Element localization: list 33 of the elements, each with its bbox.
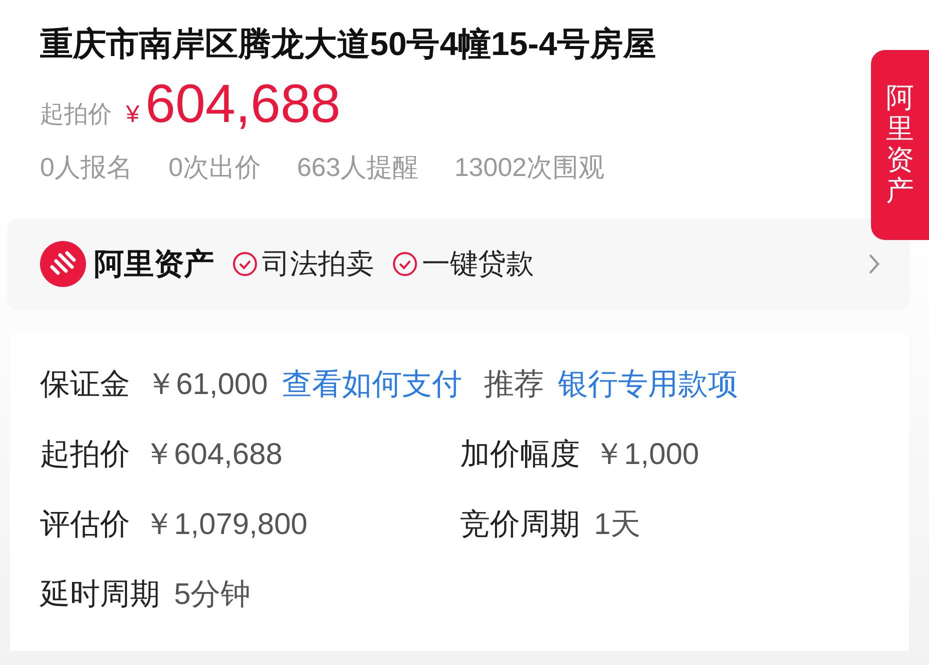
detail-label: 延时周期 [40,576,160,612]
side-tab[interactable]: 阿里资产 [871,50,929,240]
stat-text: 663人提醒 [296,151,418,184]
chevron-right-icon [867,252,881,276]
currency-symbol: ¥ [126,100,140,130]
recommend-label: 推荐 [484,366,544,402]
detail-value: ￥604,688 [144,436,282,472]
badge-text: 司法拍卖 [262,247,374,281]
badge-text: 一键贷款 [422,247,534,281]
deposit-label: 保证金 [40,366,130,402]
detail-value: ￥1,079,800 [144,506,308,542]
brand-logo-icon [40,241,86,287]
detail-value: 1天 [594,506,641,542]
price-label: 起拍价 [40,100,112,130]
detail-value: 5分钟 [174,576,251,612]
brand-card[interactable]: 阿里资产 司法拍卖 一键贷款 [8,219,909,309]
stat-text: 0人报名 [40,151,132,184]
check-circle-icon [232,251,258,277]
starting-price: 604,688 [145,74,341,134]
check-circle-icon [392,251,418,277]
side-tab-label: 阿里资产 [886,83,914,207]
property-title: 重庆市南岸区腾龙大道50号4幢15-4号房屋 [40,24,658,64]
bank-account-link[interactable]: 银行专用款项 [558,362,738,406]
stat-text: 13002次围观 [454,151,605,184]
detail-value: ￥1,000 [594,436,700,472]
stat-text: 0次出价 [168,151,261,184]
detail-label: 起拍价 [40,436,130,472]
detail-label: 加价幅度 [460,436,580,472]
detail-label: 评估价 [40,506,130,542]
brand-name: 阿里资产 [94,246,214,282]
detail-label: 竞价周期 [460,506,580,542]
payment-link[interactable]: 查看如何支付 [282,362,462,406]
deposit-value: ￥61,000 [146,366,268,402]
